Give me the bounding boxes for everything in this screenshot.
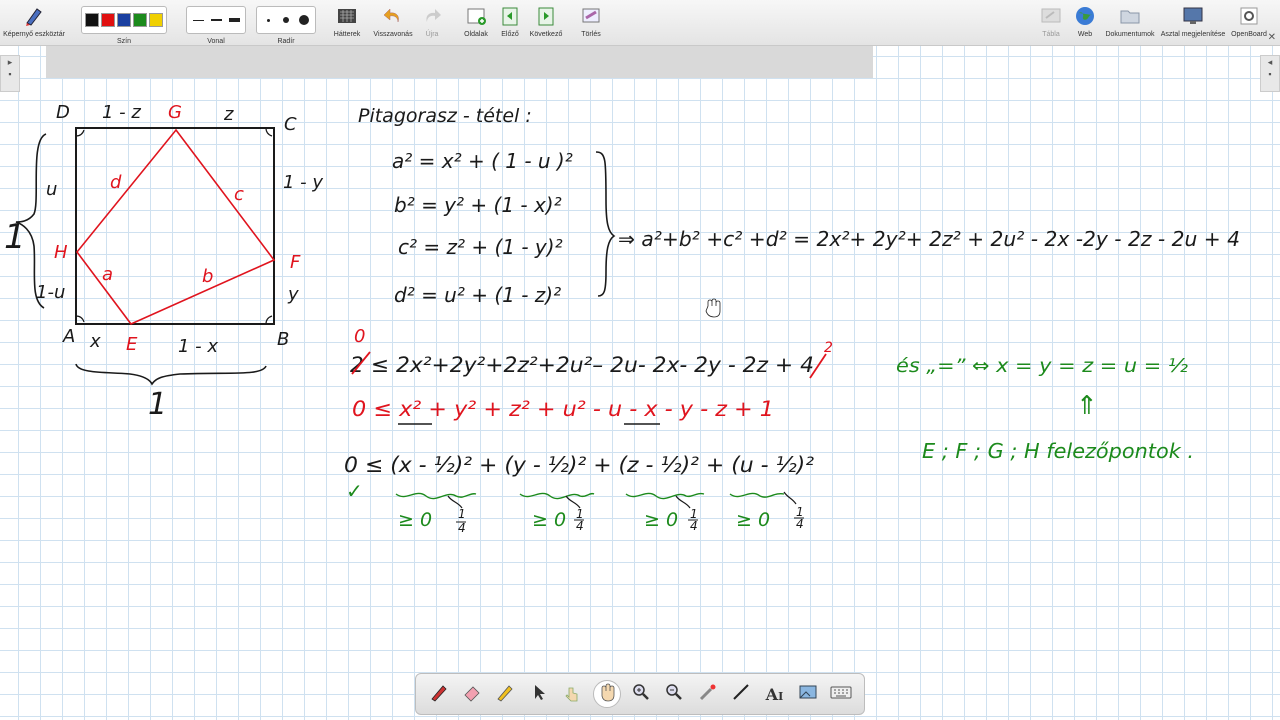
pen-icon [429, 682, 449, 707]
handwriting-layer: D C A B 1 - z z 1 - y y u 1-u x 1 - x 1 … [4, 102, 1240, 535]
zoom-out-button[interactable] [661, 681, 687, 707]
label-right-bottom: y [287, 284, 299, 305]
line-icon [731, 682, 751, 707]
label-c-corner: C [284, 114, 297, 135]
svg-text:4: 4 [458, 521, 466, 535]
label-left-top: u [46, 179, 57, 200]
equation-b: b² = y² + (1 - x)² [394, 193, 562, 217]
line-tool-button[interactable] [728, 681, 754, 707]
equation-d: d² = u² + (1 - z)² [394, 283, 561, 307]
zoom-in-button[interactable] [628, 681, 654, 707]
bottom-brace [75, 363, 267, 386]
label-right-top: 1 - y [283, 172, 323, 193]
pointer-tool-button[interactable] [526, 681, 552, 707]
svg-text:4: 4 [796, 517, 804, 531]
label-e-point: E [126, 334, 138, 355]
inequality-1-zero: 0 [354, 326, 365, 347]
label-top-right: z [223, 104, 234, 125]
zoom-in-icon [631, 682, 651, 707]
nonnegative-4: ≥ 0 [736, 509, 770, 531]
zoom-out-icon [664, 682, 684, 707]
keyboard-icon [830, 684, 852, 705]
hand-tool-button[interactable] [592, 680, 621, 708]
check-mark: ✓ [346, 479, 363, 503]
eraser-tool-button[interactable] [459, 681, 485, 707]
nonnegative-1: ≥ 0 [398, 509, 432, 531]
inner-quadrilateral [75, 128, 276, 325]
equation-a: a² = x² + ( 1 - u )² [392, 149, 573, 173]
hand-icon [597, 682, 617, 707]
sum-equation: ⇒ a²+b² +c² +d² = 2x²+ 2y²+ 2z² + 2u² - … [618, 227, 1240, 251]
right-angle-marks [75, 127, 273, 325]
highlighter-icon [495, 682, 515, 707]
underbrace-tails [447, 491, 797, 509]
label-bottom-left: x [89, 331, 101, 352]
drawing-tools-dock: AI [415, 673, 865, 715]
inequality-3: 0 ≤ (x - ½)² + (y - ½)² + (z - ½)² + (u … [344, 453, 815, 535]
pythagoras-block: Pitagorasz - tétel : a² = x² + ( 1 - u )… [358, 105, 1240, 307]
text-icon: AI [765, 684, 784, 704]
label-b-corner: B [277, 329, 289, 350]
right-brace [595, 151, 616, 297]
equality-condition: és „=” ⇔ x = y = z = u = ½ [896, 355, 1189, 377]
underbraces [395, 492, 785, 500]
label-a-corner: A [62, 326, 75, 347]
capture-icon [798, 682, 818, 707]
label-g-point: G [168, 102, 182, 123]
interact-icon [562, 682, 582, 707]
label-left-one: 1 [4, 217, 26, 257]
svg-text:4: 4 [576, 519, 584, 533]
interact-tool-button[interactable] [559, 681, 585, 707]
implication-arrow: ⇑ [1076, 391, 1098, 421]
label-side-c: c [234, 184, 244, 205]
square-figure: D C A B 1 - z z 1 - y y u 1-u x 1 - x 1 … [4, 102, 323, 422]
label-side-b: b [202, 266, 213, 287]
label-h-point: H [54, 242, 68, 263]
label-side-d: d [110, 172, 122, 193]
label-d-corner: D [56, 102, 70, 123]
label-bottom-one: 1 [148, 387, 167, 422]
nonnegative-2: ≥ 0 [532, 509, 566, 531]
inequality-1-text: 2 ≤ 2x²+2y²+2z²+2u²– 2u- 2x- 2y - 2z + 4 [350, 353, 814, 377]
virtual-keyboard-button[interactable] [828, 681, 854, 707]
label-f-point: F [290, 252, 301, 273]
equality-note: és „=” ⇔ x = y = z = u = ½ ⇑ E ; F ; G ;… [896, 355, 1194, 463]
capture-tool-button[interactable] [795, 681, 821, 707]
label-bottom-right: 1 - x [178, 336, 218, 357]
pointer-icon [529, 682, 549, 707]
svg-text:1: 1 [458, 507, 466, 521]
equation-c: c² = z² + (1 - y)² [398, 235, 563, 259]
pen-tool-button[interactable] [426, 681, 452, 707]
eraser-icon [462, 682, 482, 707]
label-side-a: a [102, 264, 113, 285]
inequality-2: 0 ≤ x² + y² + z² + u² - u - x - y - z + … [352, 397, 774, 421]
inequality-1-exponent: 2 [824, 340, 833, 356]
laser-icon [698, 682, 718, 707]
square-abcd [75, 127, 275, 325]
svg-text:4: 4 [690, 519, 698, 533]
inequality-1: 0 2 ≤ 2x²+2y²+2z²+2u²– 2u- 2x- 2y - 2z +… [350, 326, 833, 379]
hand-cursor-icon [705, 298, 721, 318]
nonnegative-3: ≥ 0 [644, 509, 678, 531]
text-tool-button[interactable]: AI [761, 681, 787, 707]
inequality-3-text: 0 ≤ (x - ½)² + (y - ½)² + (z - ½)² + (u … [344, 453, 815, 477]
midpoints-note: E ; F ; G ; H felezőpontok . [922, 439, 1194, 463]
label-left-bottom: 1-u [36, 282, 65, 303]
highlighter-tool-button[interactable] [492, 681, 518, 707]
label-top-left: 1 - z [102, 102, 141, 123]
laser-pointer-button[interactable] [695, 681, 721, 707]
pythagoras-title: Pitagorasz - tétel : [358, 105, 532, 127]
